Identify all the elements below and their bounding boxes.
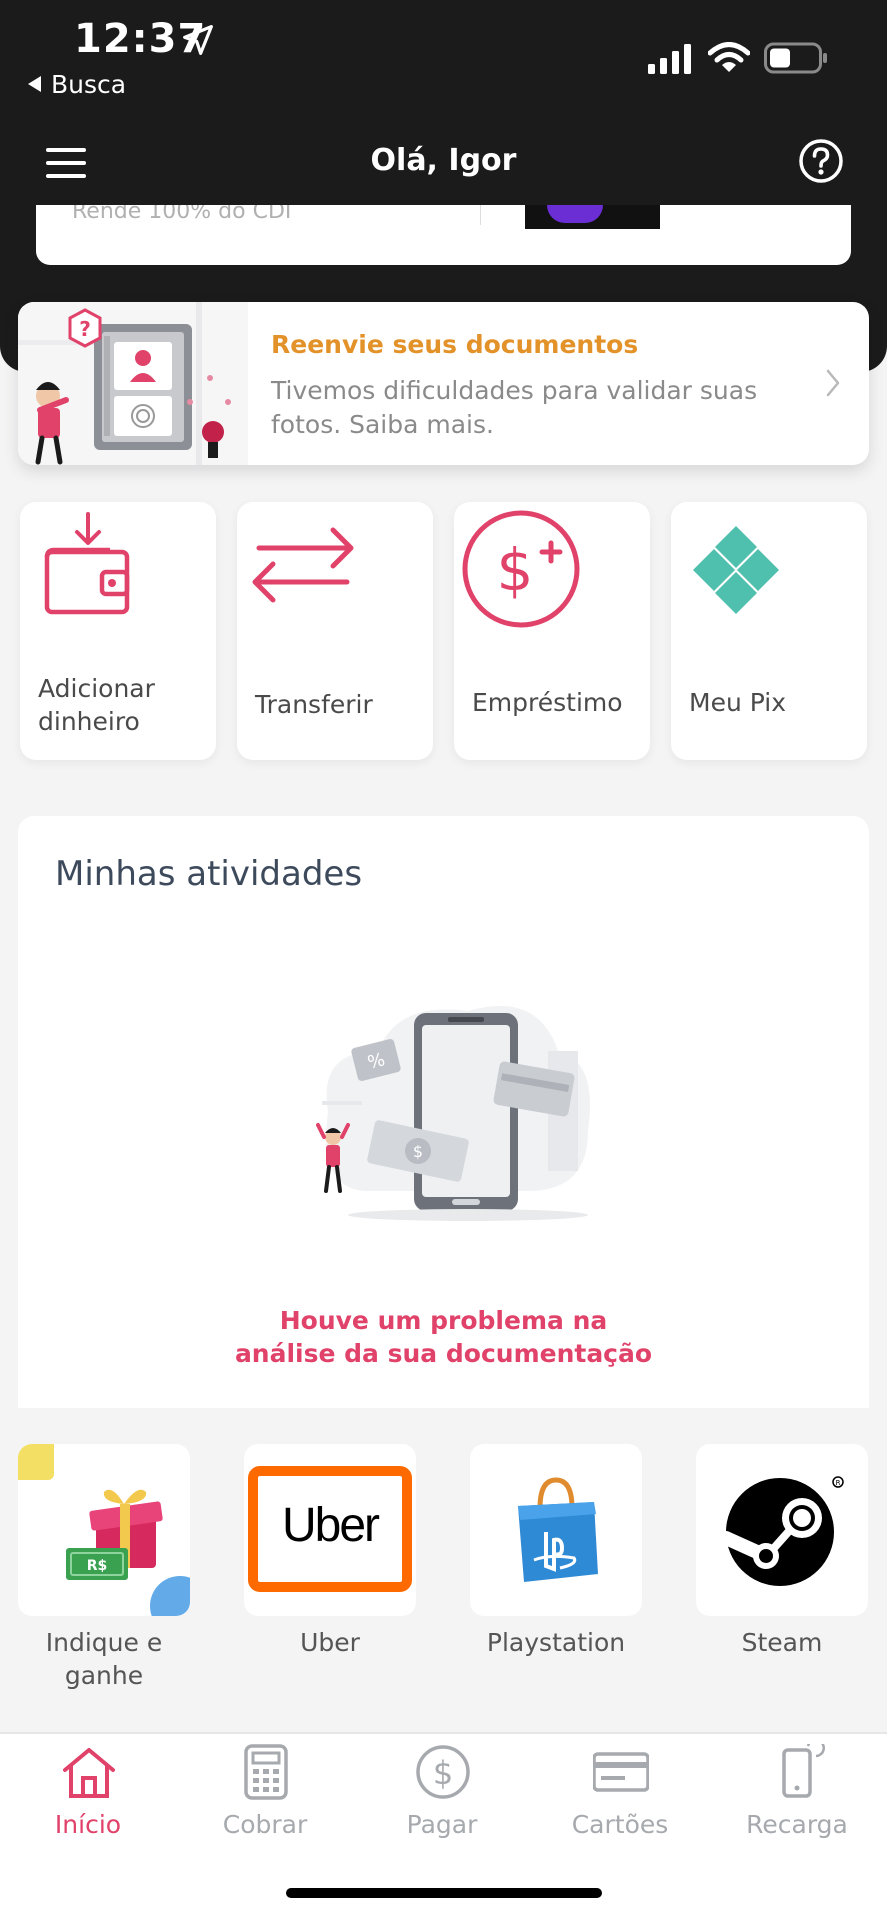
peek-divider xyxy=(480,205,481,225)
back-app-label: Busca xyxy=(51,70,127,99)
document-verification-illustration: ? xyxy=(18,302,248,465)
card-icon xyxy=(593,1752,649,1792)
nav-label: Início xyxy=(54,1810,122,1839)
steam-logo: R xyxy=(724,1476,844,1586)
steam-tile[interactable]: R xyxy=(696,1444,868,1616)
back-to-app-link[interactable]: Busca xyxy=(28,70,126,99)
partner-label: Playstation xyxy=(486,1628,626,1657)
home-indicator xyxy=(286,1888,602,1898)
nav-cobrar[interactable]: Cobrar xyxy=(190,1734,340,1864)
playstation-bag-icon xyxy=(518,1477,598,1582)
banner-text: Tivemos dificuldades para validar suas f… xyxy=(271,376,758,439)
message-line: Houve um problema na xyxy=(279,1306,608,1335)
svg-text:$: $ xyxy=(413,1142,423,1161)
action-label: Empréstimo xyxy=(472,688,623,717)
battery-icon xyxy=(764,42,827,74)
refer-and-earn-tile[interactable]: R$ xyxy=(18,1444,190,1616)
add-money-button[interactable]: Adicionar dinheiro xyxy=(20,502,216,760)
dollar-circle-icon: $ xyxy=(416,1745,470,1799)
wallet-add-icon xyxy=(44,512,130,615)
uber-tile[interactable]: Uber xyxy=(244,1444,416,1616)
nav-label: Cobrar xyxy=(222,1810,308,1839)
meu-pix-button[interactable]: Meu Pix xyxy=(671,502,867,760)
loan-dollar-plus-icon: $ xyxy=(462,510,580,628)
playstation-tile[interactable] xyxy=(470,1444,642,1616)
partner-label: Uber xyxy=(300,1628,360,1657)
pix-icon xyxy=(693,526,779,614)
partner-label: Indique e ganhe xyxy=(45,1628,163,1690)
empty-activity-illustration: % $ xyxy=(316,1006,590,1221)
transfer-arrows-icon xyxy=(252,527,354,603)
help-icon[interactable] xyxy=(798,138,844,184)
back-triangle-icon xyxy=(28,76,41,92)
gift-money-icon: R$ xyxy=(66,1489,163,1580)
calculator-icon xyxy=(244,1744,288,1800)
resend-documents-banner[interactable]: ? Reenvie seus documentos Tivemos dificu… xyxy=(18,302,869,465)
wifi-icon xyxy=(708,42,750,72)
documentation-problem-message: Houve um problema na análise da sua docu… xyxy=(18,1304,869,1370)
uber-logo-frame: Uber xyxy=(248,1466,412,1592)
transfer-button[interactable]: Transferir xyxy=(237,502,433,760)
action-label: Adicionar dinheiro xyxy=(38,674,155,736)
nav-pagar[interactable]: $ Pagar xyxy=(367,1734,517,1864)
activities-title: Minhas atividades xyxy=(55,854,363,894)
partner-label: Steam xyxy=(741,1628,823,1657)
money-badge-text: R$ xyxy=(87,1558,108,1574)
nav-label: Cartões xyxy=(571,1810,669,1839)
nav-cartoes[interactable]: Cartões xyxy=(545,1734,695,1864)
action-label: Transferir xyxy=(255,690,373,719)
nav-label: Pagar xyxy=(406,1810,478,1839)
activities-card: Minhas atividades % $ Houve um problema … xyxy=(18,816,869,1408)
svg-text:$: $ xyxy=(497,536,534,604)
svg-text:?: ? xyxy=(79,317,91,341)
location-arrow-icon xyxy=(183,25,213,55)
peek-card-text: Rende 100% do CDI xyxy=(72,205,292,224)
balance-card-peek[interactable]: Rende 100% do CDI xyxy=(36,205,851,265)
nav-inicio[interactable]: Início xyxy=(13,1734,163,1864)
page-title: Olá, Igor xyxy=(370,143,517,178)
message-line: análise da sua documentação xyxy=(234,1339,653,1368)
nav-label: Recarga xyxy=(746,1810,848,1839)
cellular-signal-icon xyxy=(648,44,691,74)
action-label: Meu Pix xyxy=(689,688,787,717)
svg-text:$: $ xyxy=(433,1754,453,1792)
nav-recarga[interactable]: Recarga xyxy=(722,1734,872,1864)
phone-recharge-icon xyxy=(782,1744,825,1798)
home-icon xyxy=(63,1748,115,1798)
loan-button[interactable]: $ Empréstimo xyxy=(454,502,650,760)
yellow-accent xyxy=(18,1444,54,1480)
svg-text:R: R xyxy=(836,1479,841,1487)
banner-title: Reenvie seus documentos xyxy=(271,330,639,359)
uber-logo: Uber xyxy=(281,1499,380,1552)
peek-card-image xyxy=(525,205,660,229)
chevron-right-icon xyxy=(826,369,840,397)
